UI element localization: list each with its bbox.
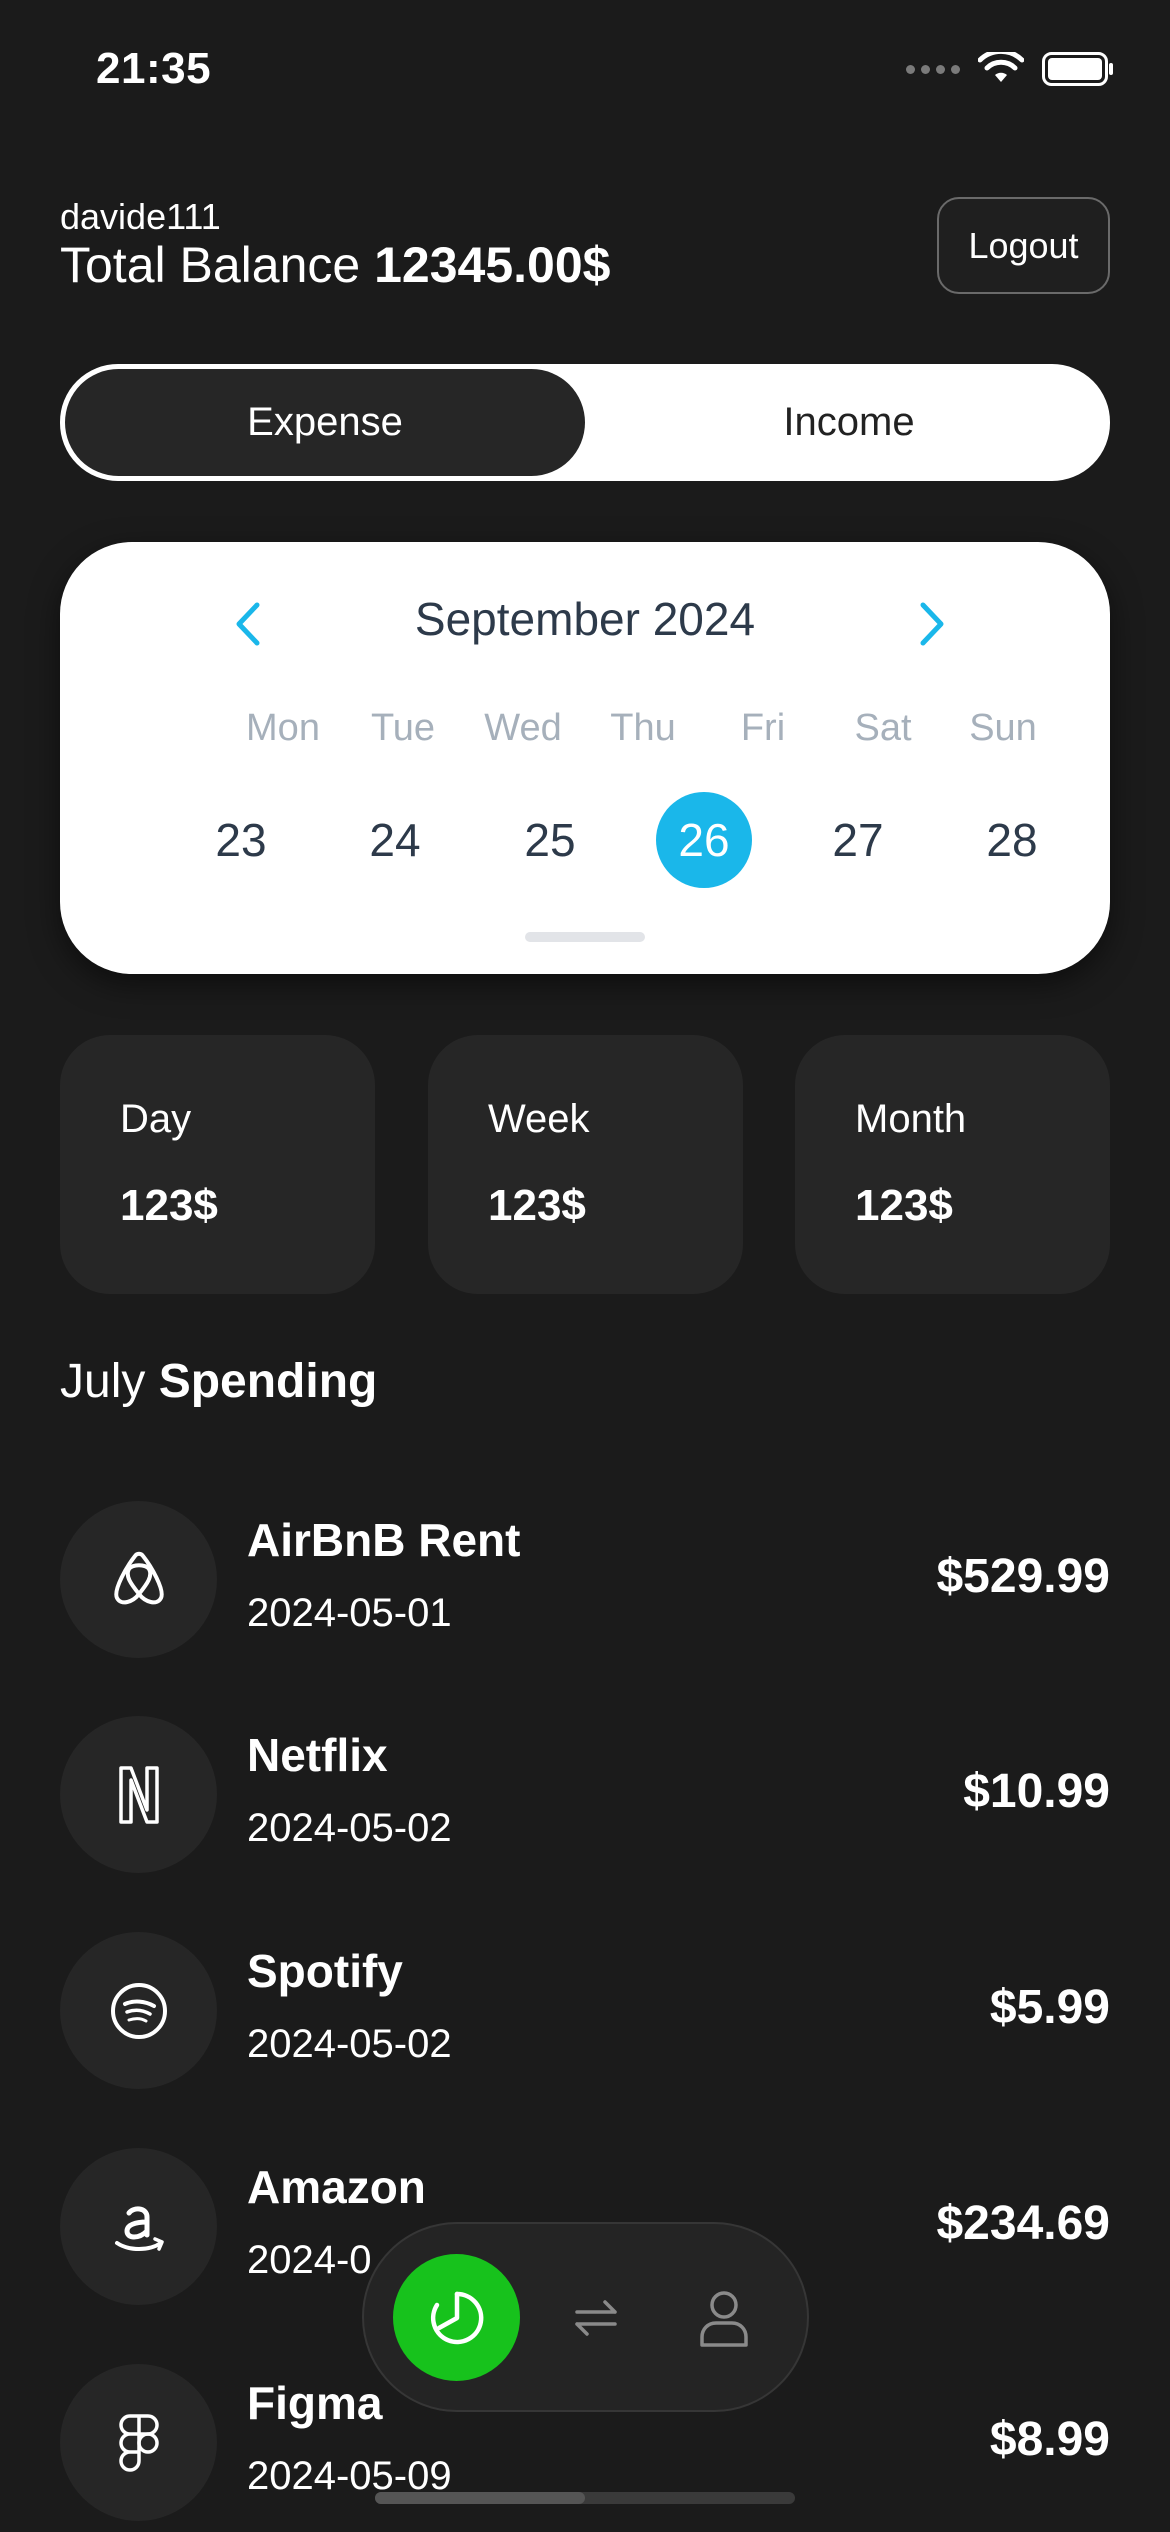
transfer-icon [575,2300,617,2336]
transaction-amount: $529.99 [936,1550,1110,1603]
calendar-day[interactable]: 27 [810,792,906,888]
transaction-icon [60,1716,217,1873]
calendar-day[interactable]: 28 [964,792,1060,888]
stat-card-week: Week 123$ [428,1035,743,1294]
weekday-label: Sat [854,707,912,749]
stat-label: Month [855,1097,967,1141]
nav-profile-button[interactable] [682,2276,766,2360]
balance-label: Total Balance [60,237,361,293]
stat-label: Week [488,1097,590,1141]
tab-expense[interactable]: Expense [65,369,585,476]
stat-card-day: Day 123$ [60,1035,375,1294]
spending-title-prefix: July [60,1355,146,1408]
expense-income-toggle: Expense Income [60,364,1110,481]
transaction-row[interactable]: Netflix 2024-05-02 $10.99 [60,1716,1110,1876]
nav-transfer-button[interactable] [556,2278,636,2358]
spotify-icon [110,1982,167,2039]
transaction-name: Figma [247,2377,383,2429]
transaction-date: 2024-0 [247,2238,372,2282]
bottom-nav [362,2222,809,2412]
transaction-icon [60,2364,217,2521]
transaction-amount: $234.69 [936,2197,1110,2250]
weekday-label: Fri [740,707,786,749]
transaction-name: Spotify [247,1945,403,1997]
nav-chart-button[interactable] [393,2254,520,2381]
figma-icon [118,2413,159,2472]
calendar-day[interactable]: 24 [347,792,443,888]
calendar-drag-handle[interactable] [525,932,645,942]
airbnb-icon [113,1551,164,1604]
total-balance: Total Balance 12345.00$ [60,236,610,294]
calendar-day[interactable]: 23 [193,792,289,888]
transaction-date: 2024-05-01 [247,1591,452,1635]
weekday-label: Tue [370,707,436,749]
calendar-day-selected[interactable]: 26 [656,792,752,888]
weekday-label: Mon [246,707,320,749]
calendar-days: 23 24 25 26 27 28 [60,792,1110,892]
next-month-button[interactable] [902,594,962,654]
tab-income[interactable]: Income [593,369,1105,476]
spending-section-title: July Spending [60,1354,377,1409]
profile-icon [700,2291,748,2347]
chart-icon [430,2291,483,2344]
balance-value: 12345.00$ [374,237,611,293]
weekday-label: Thu [610,707,676,749]
transaction-row[interactable]: AirBnB Rent 2024-05-01 $529.99 [60,1501,1110,1661]
transaction-amount: $8.99 [989,2413,1110,2466]
status-icons [906,52,1114,86]
stat-card-month: Month 123$ [795,1035,1110,1294]
wifi-icon [978,52,1024,82]
battery-icon [1042,52,1113,86]
netflix-icon [118,1765,159,1824]
transaction-name: AirBnB Rent [247,1514,521,1566]
calendar-day[interactable]: 25 [502,792,598,888]
stat-value: 123$ [855,1181,953,1230]
cellular-signal-icon [906,64,960,74]
home-indicator [375,2492,795,2504]
stat-value: 123$ [488,1181,586,1230]
transaction-icon [60,1932,217,2089]
weekday-label: Sun [969,707,1037,749]
username: davide111 [60,196,221,237]
stat-label: Day [120,1097,192,1141]
status-time: 21:35 [96,44,212,93]
week-calendar: September 2024 Mon Tue Wed Thu Fri Sat S… [60,542,1110,974]
transaction-icon [60,1501,217,1658]
transaction-name: Amazon [247,2161,426,2213]
transaction-name: Netflix [247,1729,388,1781]
transaction-date: 2024-05-02 [247,1806,452,1850]
weekday-header: Mon Tue Wed Thu Fri Sat Sun [180,707,1060,757]
transaction-row[interactable]: Spotify 2024-05-02 $5.99 [60,1932,1110,2092]
transaction-amount: $5.99 [989,1981,1110,2034]
transaction-date: 2024-05-02 [247,2022,452,2066]
spending-title-bold: Spending [158,1355,378,1408]
transaction-amount: $10.99 [963,1765,1110,1818]
amazon-icon [114,2205,164,2251]
chevron-right-icon [920,602,944,646]
stat-value: 123$ [120,1181,218,1230]
home-indicator-thumb [375,2492,585,2504]
logout-button[interactable]: Logout [937,197,1110,294]
weekday-label: Wed [484,707,562,749]
transaction-icon [60,2148,217,2305]
